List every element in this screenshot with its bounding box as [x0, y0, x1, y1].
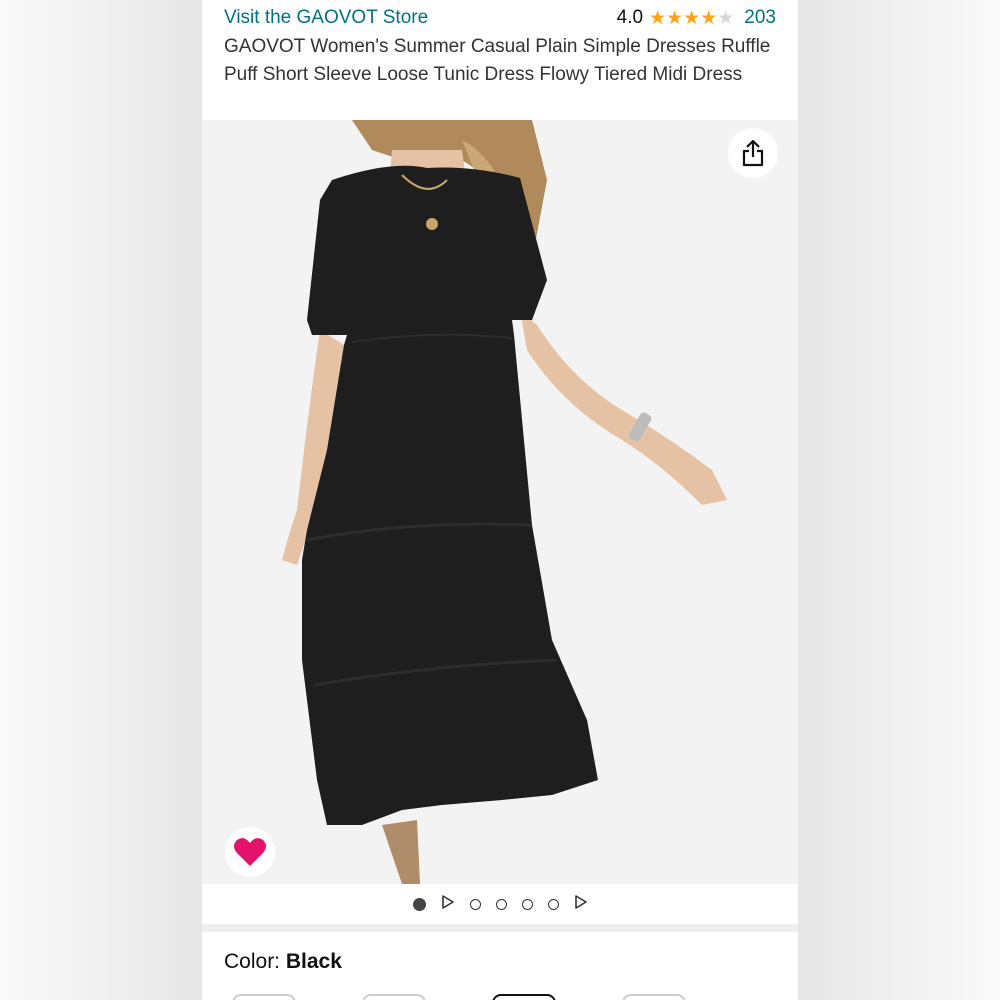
- color-swatch[interactable]: [362, 994, 426, 1000]
- color-swatch[interactable]: [232, 994, 296, 1000]
- rating-value: 4.0: [616, 7, 644, 28]
- color-swatch[interactable]: [492, 994, 556, 1000]
- video-play-icon[interactable]: [441, 894, 455, 914]
- star-icon: ★: [700, 7, 718, 29]
- star-icon: ★: [649, 7, 667, 29]
- share-icon: [742, 139, 764, 167]
- video-play-icon[interactable]: [574, 894, 588, 914]
- color-selection: Color: Black: [224, 950, 342, 974]
- carousel-dot[interactable]: [495, 898, 507, 910]
- dress-photo: [202, 120, 798, 884]
- rating-summary[interactable]: 4.0 ★ ★ ★ ★ ★ 203: [617, 7, 776, 29]
- review-count[interactable]: 203: [744, 7, 776, 29]
- store-link[interactable]: Visit the GAOVOT Store: [224, 7, 428, 29]
- carousel-dot[interactable]: [469, 898, 481, 910]
- star-icon: ★: [683, 7, 701, 29]
- product-image[interactable]: [202, 120, 798, 884]
- selected-color: Black: [285, 950, 342, 973]
- section-divider: [202, 924, 798, 932]
- favorite-button[interactable]: [225, 827, 275, 877]
- product-header: Visit the GAOVOT Store 4.0 ★ ★ ★ ★ ★ 203…: [202, 0, 798, 120]
- star-icon: ★: [666, 7, 684, 29]
- share-button[interactable]: [728, 128, 778, 178]
- carousel-dot[interactable]: [521, 898, 533, 910]
- color-swatch[interactable]: [622, 994, 686, 1000]
- star-rating: ★ ★ ★ ★ ★: [649, 9, 734, 28]
- star-icon: ★: [717, 7, 735, 29]
- color-label: Color:: [224, 950, 286, 973]
- background-left: [0, 0, 202, 1000]
- product-page: Visit the GAOVOT Store 4.0 ★ ★ ★ ★ ★ 203…: [202, 0, 798, 1000]
- carousel-dot[interactable]: [547, 898, 559, 910]
- carousel-dot-active[interactable]: [412, 897, 426, 911]
- image-carousel-indicator: [202, 884, 798, 924]
- heart-icon: [234, 838, 266, 866]
- background-right: [798, 0, 1000, 1000]
- product-title: GAOVOT Women's Summer Casual Plain Simpl…: [224, 36, 771, 85]
